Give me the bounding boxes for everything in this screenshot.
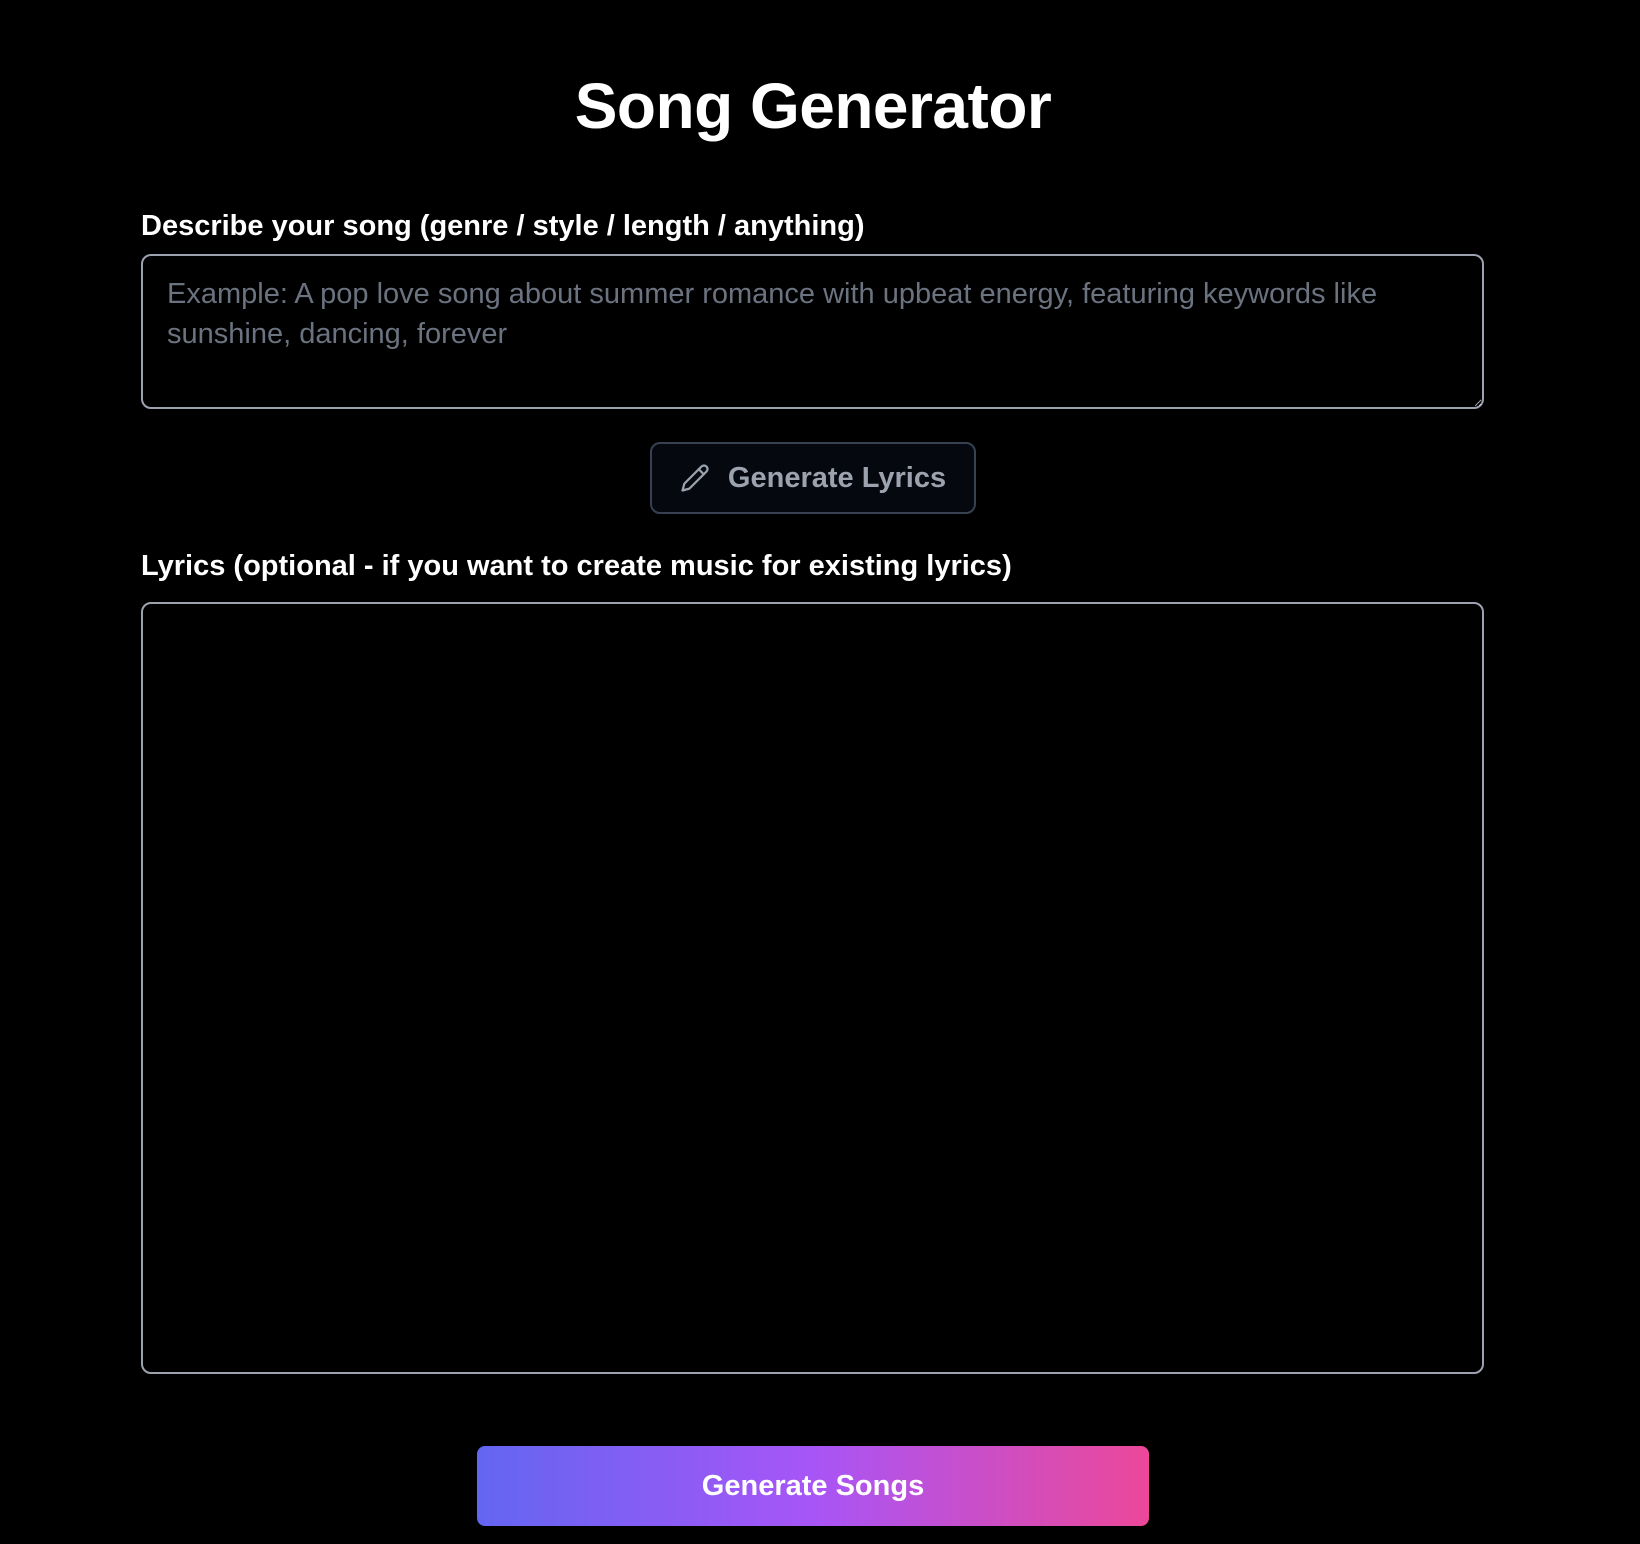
generate-songs-button[interactable]: Generate Songs [477, 1446, 1149, 1526]
generate-lyrics-button[interactable]: Generate Lyrics [650, 442, 976, 514]
page-title: Song Generator [574, 70, 1052, 142]
pencil-icon [680, 463, 710, 493]
lyrics-input[interactable] [141, 602, 1484, 1374]
describe-song-input[interactable] [141, 254, 1484, 409]
lyrics-label: Lyrics (optional - if you want to create… [141, 550, 1012, 582]
describe-song-label: Describe your song (genre / style / leng… [141, 210, 865, 242]
generate-lyrics-label: Generate Lyrics [727, 461, 947, 494]
